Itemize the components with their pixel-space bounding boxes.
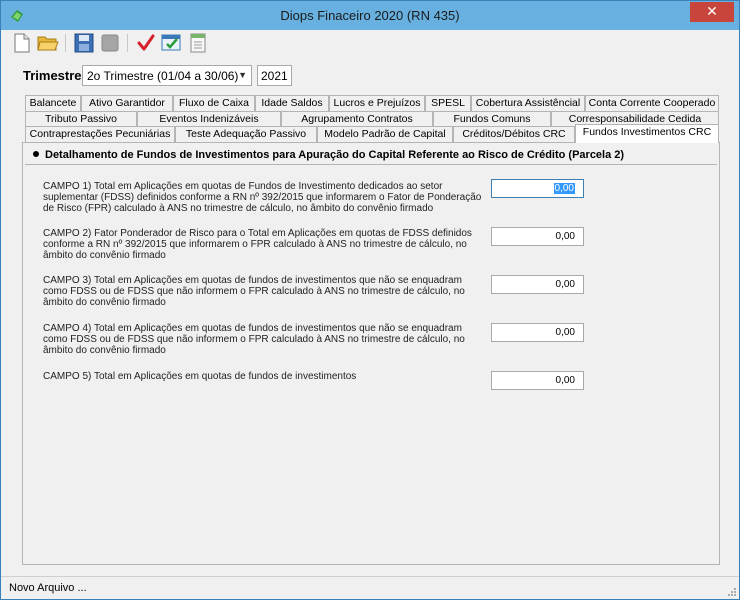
trimestre-select[interactable]: 2o Trimestre (01/04 a 30/06) ▼ <box>82 65 252 86</box>
resize-grip-icon[interactable] <box>727 587 737 597</box>
tab-conta-corrente-cooperado[interactable]: Conta Corrente Cooperado <box>585 95 719 111</box>
tab-ativo-garantidor[interactable]: Ativo Garantidor <box>81 95 173 111</box>
save-disk-icon[interactable] <box>73 32 95 54</box>
new-file-icon[interactable] <box>11 32 33 54</box>
section-divider <box>25 164 717 165</box>
tab-tributo-passivo[interactable]: Tributo Passivo <box>25 111 137 127</box>
toolbar <box>5 30 737 58</box>
open-folder-icon[interactable] <box>37 32 59 54</box>
app-window: Diops Finaceiro 2020 (RN 435) ✕ Trimestr… <box>0 0 740 600</box>
disabled-icon[interactable] <box>99 32 121 54</box>
bullet-icon <box>33 151 39 157</box>
report-icon[interactable] <box>187 32 209 54</box>
tab-spesl[interactable]: SPESL <box>425 95 471 111</box>
chevron-down-icon: ▼ <box>238 70 247 80</box>
tab-cobertura-assistencial[interactable]: Cobertura Assistêncial <box>471 95 585 111</box>
tab-balancete[interactable]: Balancete <box>25 95 81 111</box>
title-bar[interactable]: Diops Finaceiro 2020 (RN 435) ✕ <box>1 1 739 30</box>
tab-eventos-indenizaveis[interactable]: Eventos Indenizáveis <box>137 111 281 127</box>
tab-agrupamento-contratos[interactable]: Agrupamento Contratos <box>281 111 433 127</box>
tab-idade-saldos[interactable]: Idade Saldos <box>255 95 329 111</box>
tab-modelo-padrao-de-capital[interactable]: Modelo Padrão de Capital <box>317 126 453 142</box>
section-heading: Detalhamento de Fundos de Investimentos … <box>33 149 624 161</box>
campo-4-label: CAMPO 4) Total em Aplicações em quotas d… <box>43 323 465 357</box>
tab-creditos-debitos-crc[interactable]: Créditos/Débitos CRC <box>453 126 575 142</box>
toolbar-separator <box>127 34 128 52</box>
status-bar: Novo Arquivo ... <box>1 576 739 599</box>
close-button[interactable]: ✕ <box>690 2 734 22</box>
campo-1-input[interactable]: 0,00 <box>491 179 584 198</box>
campo-4-input[interactable]: 0,00 <box>491 323 584 342</box>
campo-2-label: CAMPO 2) Fator Ponderador de Risco para … <box>43 228 472 262</box>
toolbar-separator <box>65 34 66 52</box>
checkmark-icon[interactable] <box>135 32 157 54</box>
tab-fundos-comuns[interactable]: Fundos Comuns <box>433 111 551 127</box>
tab-fundos-investimentos-crc[interactable]: Fundos Investimentos CRC <box>575 124 719 143</box>
tab-lucros-e-prejuizos[interactable]: Lucros e Prejuízos <box>329 95 425 111</box>
campo-1-value: 0,00 <box>553 183 575 194</box>
year-input[interactable]: 2021 <box>257 65 292 86</box>
tab-panel-fundos-investimentos-crc: Detalhamento de Fundos de Investimentos … <box>22 142 720 565</box>
campo-5-input[interactable]: 0,00 <box>491 371 584 390</box>
window-title: Diops Finaceiro 2020 (RN 435) <box>280 8 460 23</box>
tab-contraprestacoes-pecuniarias[interactable]: Contraprestações Pecuniárias <box>25 126 175 142</box>
section-heading-text: Detalhamento de Fundos de Investimentos … <box>45 149 625 161</box>
tab-teste-adequacao-passivo[interactable]: Teste Adequação Passivo <box>175 126 317 142</box>
status-text: Novo Arquivo ... <box>9 582 87 594</box>
campo-5-label: CAMPO 5) Total em Aplicações em quotas d… <box>43 371 357 382</box>
campo-3-label: CAMPO 3) Total em Aplicações em quotas d… <box>43 275 465 309</box>
campo-3-input[interactable]: 0,00 <box>491 275 584 294</box>
validate-window-icon[interactable] <box>161 32 183 54</box>
campo-1-label: CAMPO 1) Total em Aplicações em quotas d… <box>43 181 482 215</box>
trimestre-selected-value: 2o Trimestre (01/04 a 30/06) <box>87 69 239 83</box>
campo-2-input[interactable]: 0,00 <box>491 227 584 246</box>
tab-fluxo-de-caixa[interactable]: Fluxo de Caixa <box>173 95 255 111</box>
trimestre-label: Trimestre <box>23 68 82 83</box>
